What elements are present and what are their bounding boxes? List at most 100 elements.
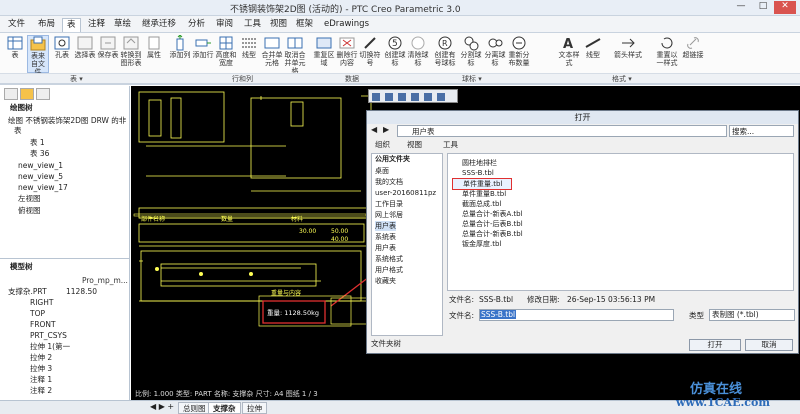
model-item-part[interactable]: 支撑杂.PRT [8,287,47,297]
views-menu[interactable]: 视图 [407,139,422,151]
line-style-2-button[interactable]: 线型 [582,35,604,73]
folder-my-documents[interactable]: 我的文档 [375,177,403,187]
model-item-note-2[interactable]: 注释 2 [30,386,52,396]
open-button[interactable]: 打开 [689,339,741,351]
split-balloon-button[interactable]: 分割球标 [460,35,482,73]
repeat-region-button[interactable]: 重复区域 [313,35,335,73]
forward-arrow-icon[interactable]: ▶ [383,125,389,134]
tab-analysis[interactable]: 分析 [184,18,209,32]
delete-row-content-button[interactable]: 删除行内容 [336,35,358,73]
organize-menu[interactable]: 组织 [375,139,390,151]
table-from-file-button[interactable]: 表来自文件 [27,35,49,76]
arrow-style-button[interactable]: 箭头样式 [614,35,642,73]
tab-review[interactable]: 审阅 [212,18,237,32]
group-format-label[interactable]: 格式 ▾ [612,74,632,84]
merge-cells-button[interactable]: 合并单元格 [261,35,283,73]
minimize-button[interactable]: — [730,1,752,14]
model-item-csys[interactable]: PRT_CSYS [30,331,67,341]
sheet-tab-general[interactable]: 总则图 [178,402,211,414]
file-item-1[interactable]: SSS-B.tbl [452,168,494,178]
tab-annotate[interactable]: 注释 [84,18,109,32]
toggle-symbol-button[interactable]: 切换符号 [359,35,381,73]
sheet-nav-arrows-icon[interactable]: ◀ ▶ + [150,402,174,411]
drawing-item-table-36[interactable]: 表 36 [30,149,49,159]
tab-tools[interactable]: 工具 [240,18,265,32]
properties-button[interactable]: 属性 [143,35,165,73]
group-table-label[interactable]: 表 ▾ [70,74,83,84]
file-item-0[interactable]: 圆柱地排栏 [452,158,497,168]
model-item-extrude-2[interactable]: 拉伸 2 [30,353,52,363]
hyperlink-button[interactable]: 超链接 [682,35,704,73]
detach-balloon-button[interactable]: 分离球标 [484,35,506,73]
file-item-5[interactable]: 总量合计-新表A.tbl [452,209,523,219]
folder-favorites[interactable]: 收藏夹 [375,276,396,286]
folder-tab-icon[interactable] [20,88,34,100]
tab-framework[interactable]: 框架 [292,18,317,32]
unmerge-cells-button[interactable]: 取消合并单元格 [284,35,306,75]
back-arrow-icon[interactable]: ◀ [371,125,377,134]
file-item-3[interactable]: 单件重量B.tbl [452,189,506,199]
text-style-button[interactable]: A 文本样式 [558,35,580,73]
folder-user-tables[interactable]: 用户表 [375,221,396,231]
cancel-button[interactable]: 取消 [745,339,793,351]
table-button[interactable]: 表 [4,35,26,73]
folder-working-dir[interactable]: 工作目录 [375,199,403,209]
file-item-6[interactable]: 总量合计-后表B.tbl [452,219,523,229]
favorites-tab-icon[interactable] [36,88,50,100]
model-item-right[interactable]: RIGHT [30,298,53,308]
folder-user-pc[interactable]: user-20160811pz [375,188,436,198]
folder-system-tables[interactable]: 系统表 [375,232,396,242]
tab-sketch[interactable]: 草绘 [110,18,135,32]
close-button[interactable]: ✕ [774,1,796,14]
folder-tree-toggle[interactable]: 文件夹树 [371,338,401,349]
model-item-extrude-1[interactable]: 拉伸 1(第一 [30,342,70,352]
tab-view[interactable]: 视图 [266,18,291,32]
folder-system-formats[interactable]: 系统格式 [375,254,403,264]
type-select[interactable]: 表制图 (*.tbl) [709,309,795,321]
tab-table[interactable]: 表 [62,18,81,32]
select-table-button[interactable]: 选择表 [74,35,96,73]
folder-desktop[interactable]: 桌面 [375,166,389,176]
clear-balloon-button[interactable]: 清除球标 [407,35,429,73]
tab-layout[interactable]: 布局 [34,18,59,32]
model-item-front[interactable]: FRONT [30,320,56,330]
drawing-root-item[interactable]: 绘图 不锈钢装饰架2D图 DRW 的非 [8,116,128,126]
maximize-button[interactable]: □ [752,1,774,14]
model-item-top[interactable]: TOP [30,309,45,319]
file-item-8[interactable]: 钣金厚度.tbl [452,239,501,249]
sheet-tab-extrude[interactable]: 拉伸 [242,402,267,414]
convert-to-graphic-table-button[interactable]: 转换到图形表 [120,35,142,73]
model-tree-column-header[interactable]: Pro_mp_m... [82,276,128,286]
search-field[interactable]: 搜索... [729,125,794,137]
add-row-button[interactable]: 添加行 [192,35,214,73]
reset-style-button[interactable]: 重置以一样式 [656,35,678,73]
file-item-4[interactable]: 截面总成.tbl [452,199,501,209]
tab-file[interactable]: 文件 [4,18,29,32]
model-item-note-1[interactable]: 注释 1 [30,375,52,385]
address-bar[interactable]: 用户表 [397,125,727,137]
tree-tab-icon[interactable] [4,88,18,100]
folder-user-formats[interactable]: 用户格式 [375,265,403,275]
drawing-item-tables[interactable]: 表 [14,126,22,136]
sheet-tab-support[interactable]: 支撑杂 [208,402,241,414]
drawing-item-top-view[interactable]: 俯视图 [18,206,41,216]
drawing-item-table-1[interactable]: 表 1 [30,138,45,148]
folder-user-tables-2[interactable]: 用户表 [375,243,396,253]
tools-menu[interactable]: 工具 [443,139,458,151]
drawing-item-left-view[interactable]: 左视图 [18,194,41,204]
hole-table-button[interactable]: 孔表 [51,35,73,73]
folder-network[interactable]: 网上邻居 [375,210,403,220]
file-name-input[interactable]: SSS-B.tbl [479,309,674,321]
drawing-item-view-17[interactable]: new_view_17 [18,183,68,193]
cad-weight-tag[interactable]: 重量: 1128.50kg [267,307,319,317]
model-item-extrude-3[interactable]: 拉伸 3 [30,364,52,374]
line-style-button[interactable]: 线型 [238,35,260,73]
height-width-button[interactable]: 高度和宽度 [215,35,237,73]
add-column-button[interactable]: 添加列 [169,35,191,73]
drawing-item-view-1[interactable]: new_view_1 [18,161,63,171]
file-item-7[interactable]: 总量合计-新表B.tbl [452,229,523,239]
drawing-item-view-5[interactable]: new_view_5 [18,172,63,182]
create-balloon-button[interactable]: 5 创建球标 [384,35,406,73]
tab-legacy-migration[interactable]: 继承迁移 [138,18,180,32]
redistribute-quantity-button[interactable]: 重新分布数量 [508,35,530,73]
